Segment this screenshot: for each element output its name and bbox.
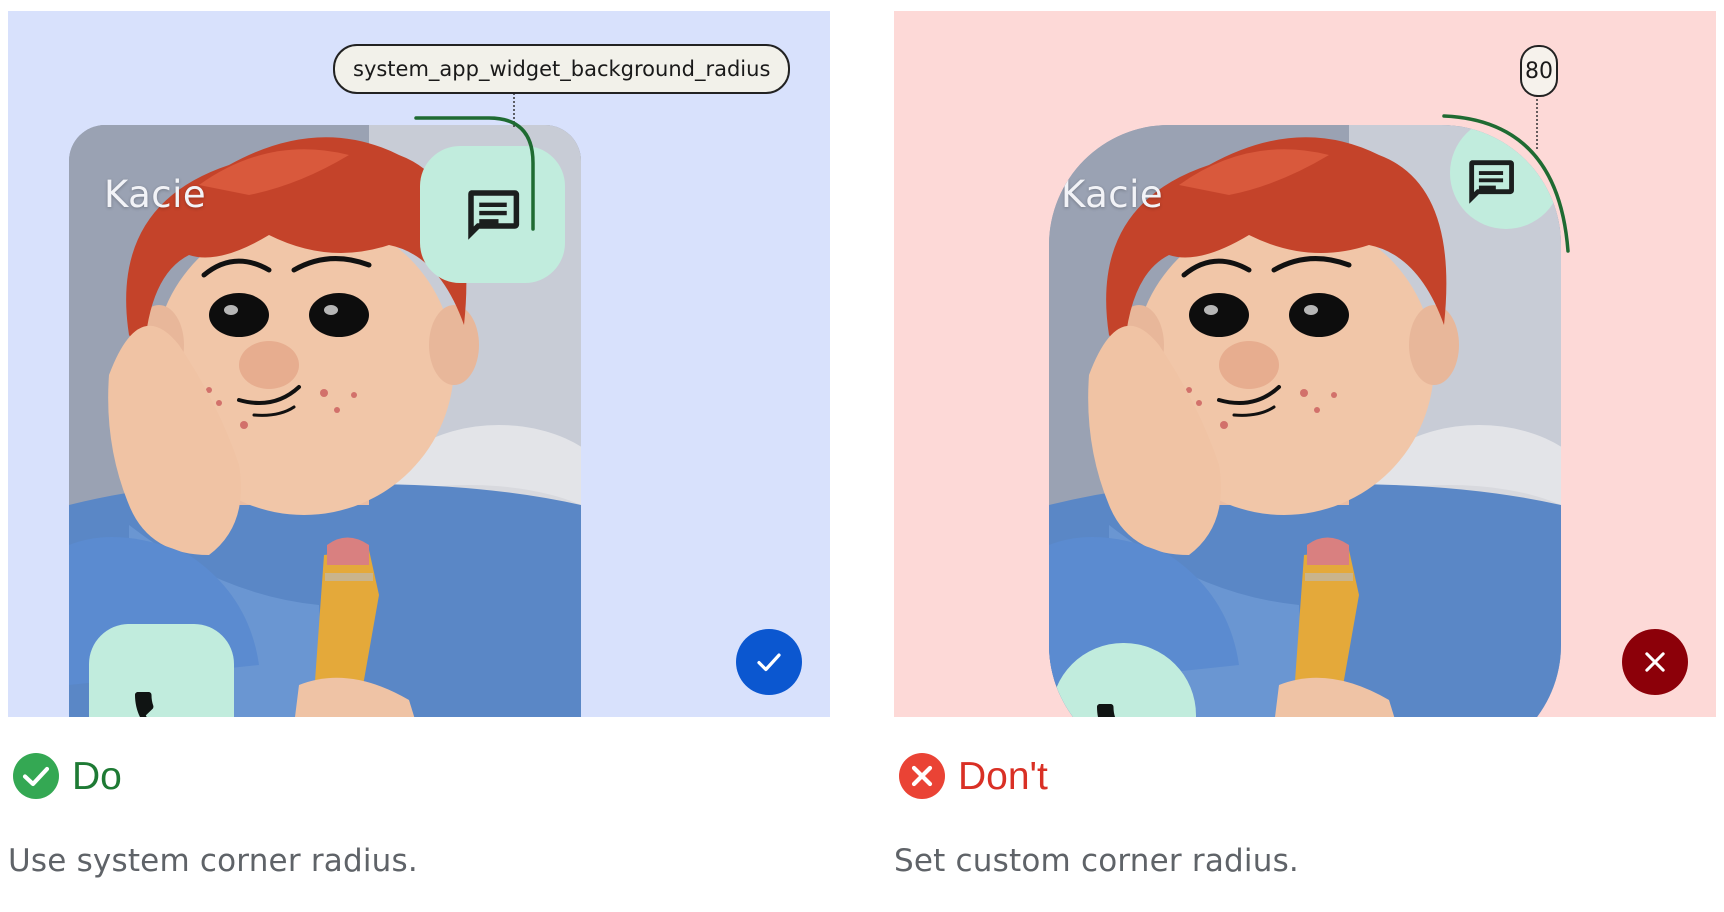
message-button[interactable]: [420, 146, 565, 283]
contact-name: Kacie: [104, 173, 207, 216]
message-button[interactable]: [1450, 125, 1561, 229]
message-icon: [1462, 153, 1520, 211]
error-circle-icon: [899, 753, 945, 799]
check-icon: [757, 653, 781, 672]
contact-name: Kacie: [1061, 173, 1164, 216]
dont-verdict-label: Don't: [958, 754, 1048, 798]
message-icon: [460, 182, 526, 248]
close-icon: [1645, 652, 1665, 672]
check-circle-icon: [13, 753, 59, 799]
dont-caption: Set custom corner radius.: [894, 843, 1299, 879]
radius-label-badge: system_app_widget_background_radius: [333, 44, 791, 94]
radius-label-badge: 80: [1520, 45, 1558, 97]
dont-verdict: Don't: [898, 752, 1048, 800]
phone-icon: [1088, 695, 1160, 718]
dont-example-panel: Kacie 80: [894, 11, 1716, 717]
do-example-panel: Kacie system_app_widget_background_radiu…: [8, 11, 830, 717]
phone-icon: [126, 683, 198, 718]
do-caption: Use system corner radius.: [8, 843, 418, 879]
do-verdict-label: Do: [72, 754, 122, 798]
contact-widget: Kacie: [1049, 125, 1561, 717]
do-verdict: Do: [12, 752, 122, 800]
correct-badge: [736, 629, 802, 695]
call-button[interactable]: [89, 624, 234, 717]
contact-widget: Kacie: [69, 125, 581, 717]
incorrect-badge: [1622, 629, 1688, 695]
